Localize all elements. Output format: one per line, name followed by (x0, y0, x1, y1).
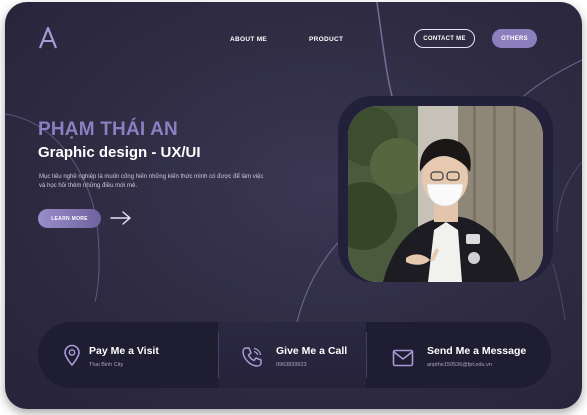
learn-more-button[interactable]: LEARN MORE (38, 209, 101, 228)
message-title: Send Me a Message (427, 345, 527, 357)
others-button[interactable]: OTHERS (492, 29, 537, 48)
hero-name: PHẠM THÁI AN (38, 119, 178, 140)
divider (366, 332, 367, 378)
visit-title: Pay Me a Visit (89, 345, 159, 357)
profile-photo (348, 106, 543, 282)
contact-me-button[interactable]: CONTACT ME (414, 29, 475, 48)
map-pin-icon (64, 344, 80, 366)
nav-about-me[interactable]: ABOUT ME (230, 36, 267, 43)
call-title: Give Me a Call (276, 345, 348, 357)
divider (218, 332, 219, 378)
logo-icon[interactable] (39, 27, 57, 49)
nav-product[interactable]: PRODUCT (309, 36, 343, 43)
hero-description: Mục tiêu nghề nghiệp là muốn cống hiến n… (39, 174, 264, 189)
message-subtitle[interactable]: anpthe150536@fpt.edu.vn (427, 362, 492, 368)
portfolio-page: ABOUT ME PRODUCT CONTACT ME OTHERS PHẠM … (5, 2, 582, 409)
visit-subtitle: Thai Binh City (89, 362, 124, 368)
call-subtitle[interactable]: 0963839923 (276, 362, 307, 368)
mail-icon (392, 349, 414, 367)
contact-info-bar: Pay Me a Visit Thai Binh City Give Me a … (38, 322, 551, 388)
phone-icon (242, 347, 262, 367)
hero-role: Graphic design - UX/UI (38, 144, 201, 161)
arrow-right-icon[interactable] (110, 210, 132, 226)
